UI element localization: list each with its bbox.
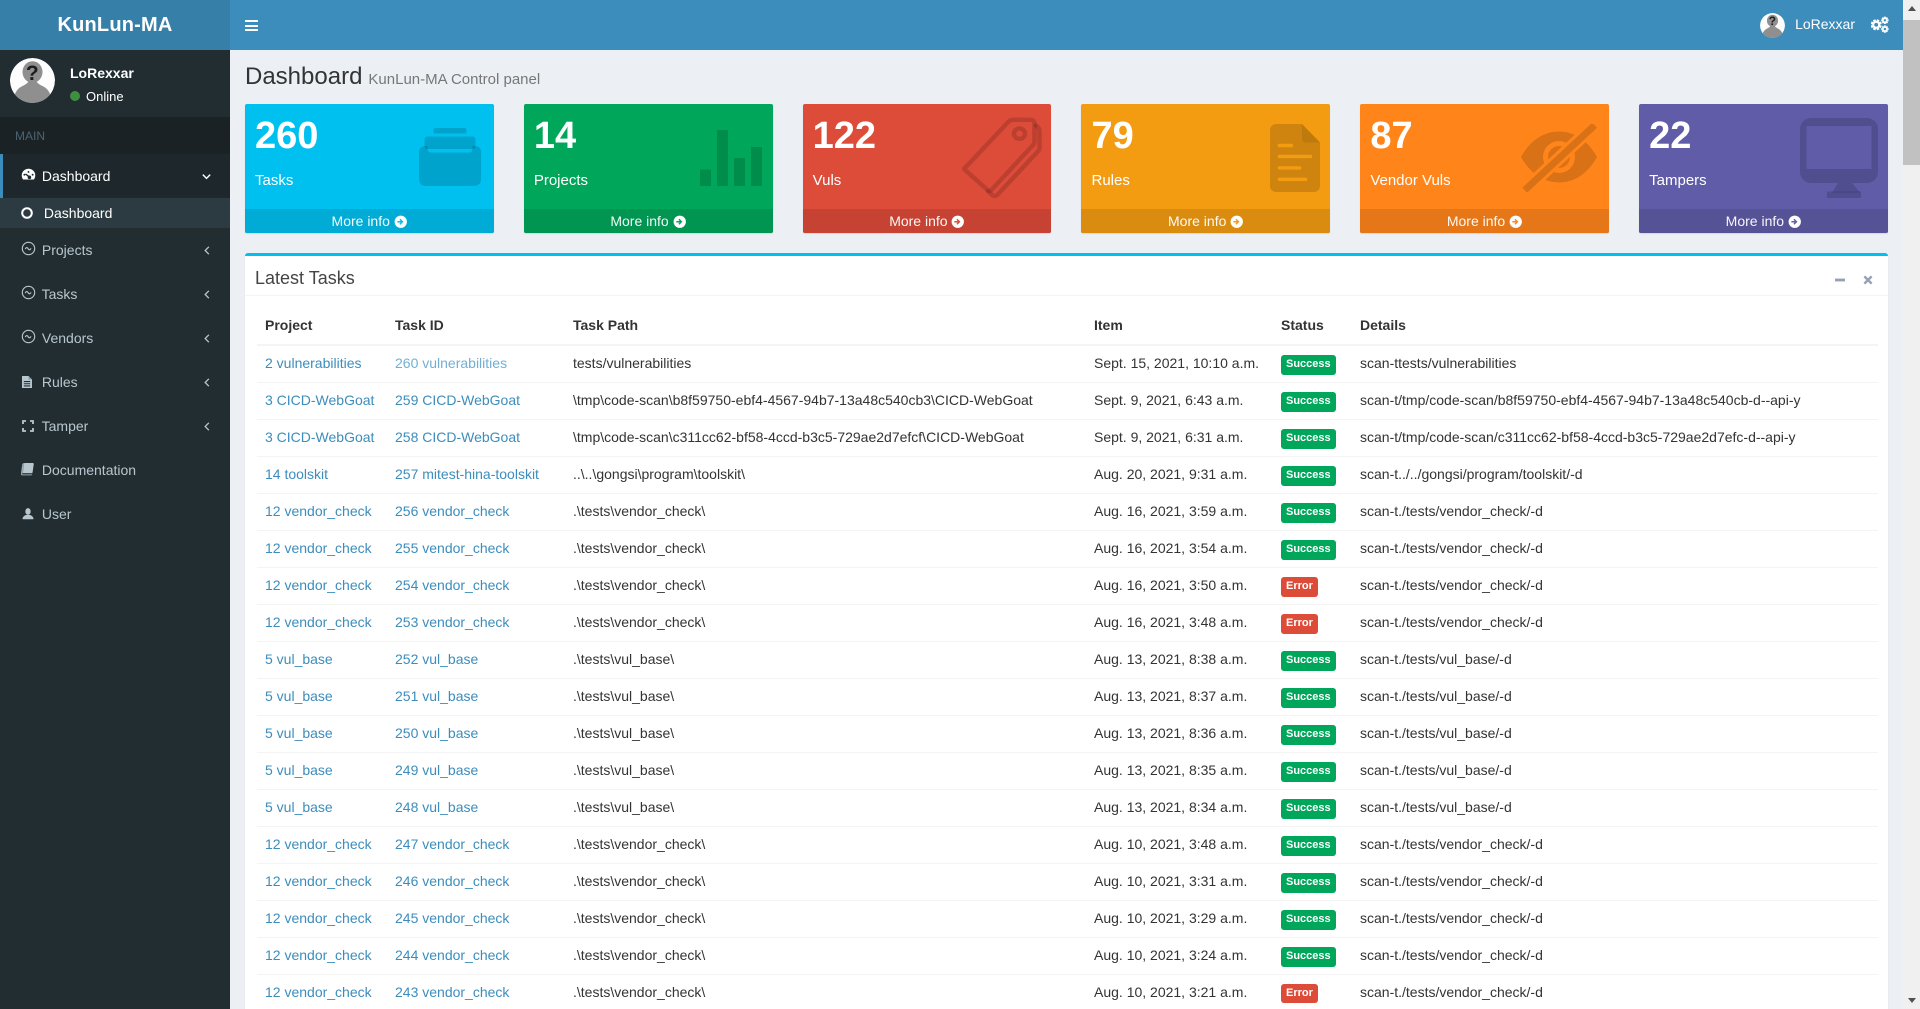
svg-text:?: ?	[1769, 15, 1776, 28]
svg-text:?: ?	[26, 62, 39, 85]
